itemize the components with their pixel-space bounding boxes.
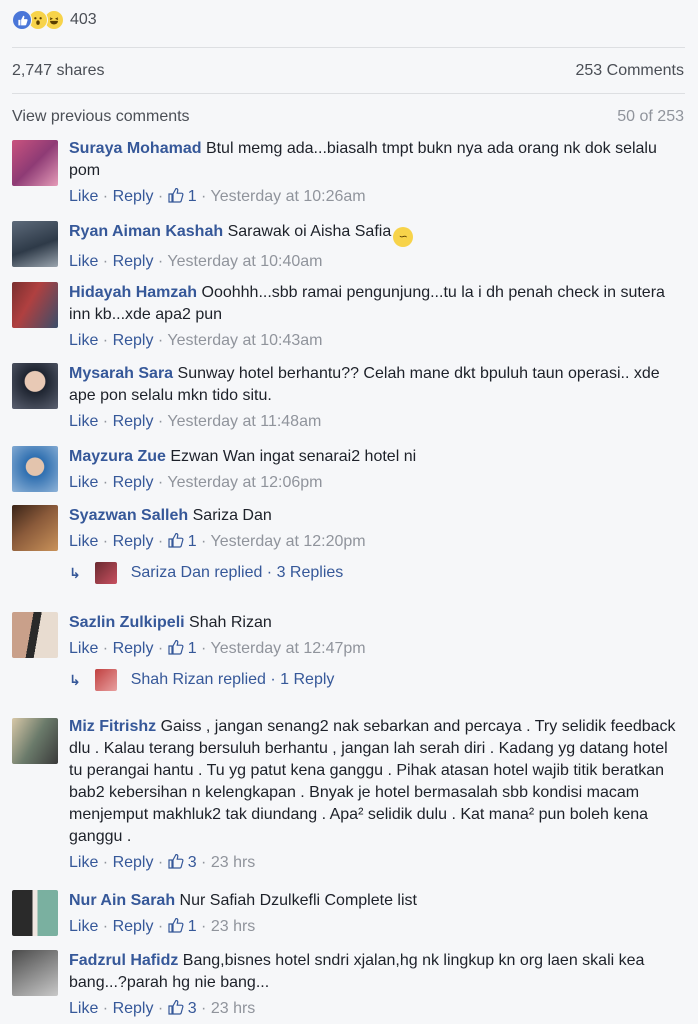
comment-like-count[interactable]: 1 [168, 918, 197, 935]
thumbs-up-icon [168, 1000, 184, 1015]
avatar[interactable] [12, 950, 58, 996]
comment-meta: Like · Reply · Yesterday at 10:40am [69, 253, 323, 270]
reaction-count[interactable]: 403 [70, 11, 97, 29]
thumbs-up-icon [168, 918, 184, 933]
like-link[interactable]: Like [69, 413, 98, 430]
comment-text: Sariza Dan [192, 507, 272, 524]
comment-text: Nur Safiah Dzulkefli Complete list [179, 892, 417, 909]
comment-author[interactable]: Ryan Aiman Kashah [69, 223, 223, 240]
comment-timestamp[interactable]: Yesterday at 12:20pm [211, 533, 366, 550]
comment-author[interactable]: Mayzura Zue [69, 448, 166, 465]
comment-like-count[interactable]: 1 [168, 188, 197, 205]
avatar[interactable] [12, 612, 58, 658]
reply-link[interactable]: Reply [113, 640, 154, 657]
reply-link[interactable]: Reply [113, 533, 154, 550]
reply-link[interactable]: Reply [113, 188, 154, 205]
comment-timestamp[interactable]: 23 hrs [211, 1000, 255, 1017]
laughing-emoji-icon: ∽ [393, 227, 414, 247]
comment-timestamp[interactable]: Yesterday at 12:47pm [211, 640, 366, 657]
reply-link[interactable]: Reply [113, 253, 154, 270]
avatar [94, 562, 117, 584]
view-previous-comments-link[interactable]: View previous comments [12, 108, 190, 126]
reply-link[interactable]: Reply [113, 1000, 154, 1017]
thumbs-up-icon [168, 854, 184, 869]
comment-timestamp[interactable]: 23 hrs [211, 854, 255, 871]
like-link[interactable]: Like [69, 854, 98, 871]
comment-pager-position: 50 of 253 [617, 108, 684, 125]
reply-link[interactable]: Reply [113, 918, 154, 935]
comment-author[interactable]: Mysarah Sara [69, 365, 173, 382]
like-link[interactable]: Like [69, 332, 98, 349]
comment-meta: Like · Reply · 3 · 23 hrs [69, 854, 256, 871]
comment-author[interactable]: Nur Ain Sarah [69, 892, 175, 909]
reply-link[interactable]: Reply [113, 854, 154, 871]
comment-timestamp[interactable]: Yesterday at 10:43am [167, 332, 322, 349]
divider [12, 93, 685, 94]
replies-summary[interactable]: Sariza Dan replied · 3 Replies [131, 564, 344, 582]
comment-author[interactable]: Syazwan Salleh [69, 507, 188, 524]
comment-meta: Like · Reply · 1 · 23 hrs [69, 918, 256, 935]
comments-count[interactable]: 253 Comments [576, 62, 685, 80]
reactions-bar[interactable]: 403 [12, 8, 97, 32]
avatar[interactable] [12, 890, 58, 936]
view-replies-link[interactable]: ↳ Shah Rizan replied · 1 Reply [69, 669, 334, 691]
comment-meta: Like · Reply · 1 · Yesterday at 12:20pm [69, 533, 366, 550]
reply-link[interactable]: Reply [113, 413, 154, 430]
comment-author[interactable]: Miz Fitrishz [69, 718, 156, 735]
comment-timestamp[interactable]: Yesterday at 10:26am [211, 188, 366, 205]
avatar[interactable] [12, 446, 58, 492]
view-replies-link[interactable]: ↳ Sariza Dan replied · 3 Replies [69, 562, 343, 584]
comment-like-count[interactable]: 1 [168, 533, 197, 550]
comment-text: Sarawak oi Aisha Safia [227, 223, 392, 240]
reply-link[interactable]: Reply [113, 332, 154, 349]
comment-text: Ezwan Wan ingat senarai2 hotel ni [170, 448, 417, 465]
thumbs-up-icon [168, 533, 184, 548]
avatar[interactable] [12, 282, 58, 328]
comment-meta: Like · Reply · 1 · Yesterday at 12:47pm [69, 640, 366, 657]
comment-timestamp[interactable]: Yesterday at 10:40am [167, 253, 322, 270]
comment-like-count[interactable]: 3 [168, 1000, 197, 1017]
comment-author[interactable]: Suraya Mohamad [69, 140, 201, 157]
comment-author[interactable]: Fadzrul Hafidz [69, 952, 178, 969]
comment-meta: Like · Reply · Yesterday at 11:48am [69, 413, 322, 430]
comment-text: Gaiss , jangan senang2 nak sebarkan and … [69, 718, 676, 845]
comment-like-count[interactable]: 1 [168, 640, 197, 657]
thumbs-up-icon [168, 640, 184, 655]
comment-meta: Like · Reply · Yesterday at 12:06pm [69, 474, 323, 491]
comment-text: Shah Rizan [189, 614, 272, 631]
avatar [94, 669, 117, 691]
comment-timestamp[interactable]: Yesterday at 12:06pm [167, 474, 322, 491]
shares-count[interactable]: 2,747 shares [12, 62, 105, 80]
like-link[interactable]: Like [69, 533, 98, 550]
comment-timestamp[interactable]: Yesterday at 11:48am [167, 413, 321, 430]
avatar[interactable] [12, 363, 58, 409]
comment-timestamp[interactable]: 23 hrs [211, 918, 255, 935]
replies-summary[interactable]: Shah Rizan replied · 1 Reply [131, 671, 335, 689]
avatar[interactable] [12, 221, 58, 267]
comment-meta: Like · Reply · 3 · 23 hrs [69, 1000, 256, 1017]
comment-like-count[interactable]: 3 [168, 854, 197, 871]
avatar[interactable] [12, 505, 58, 551]
comment-author[interactable]: Sazlin Zulkipeli [69, 614, 185, 631]
like-link[interactable]: Like [69, 1000, 98, 1017]
reply-link[interactable]: Reply [113, 474, 154, 491]
comment-meta: Like · Reply · Yesterday at 10:43am [69, 332, 323, 349]
like-link[interactable]: Like [69, 253, 98, 270]
like-reaction-icon [12, 10, 32, 30]
like-link[interactable]: Like [69, 188, 98, 205]
divider [12, 47, 685, 48]
like-link[interactable]: Like [69, 474, 98, 491]
avatar[interactable] [12, 140, 58, 186]
comment-meta: Like · Reply · 1 · Yesterday at 10:26am [69, 188, 366, 205]
thumbs-up-icon [168, 188, 184, 203]
like-link[interactable]: Like [69, 918, 98, 935]
reply-arrow-icon: ↳ [69, 564, 81, 581]
avatar[interactable] [12, 718, 58, 764]
like-link[interactable]: Like [69, 640, 98, 657]
comment-author[interactable]: Hidayah Hamzah [69, 284, 197, 301]
reply-arrow-icon: ↳ [69, 671, 81, 688]
